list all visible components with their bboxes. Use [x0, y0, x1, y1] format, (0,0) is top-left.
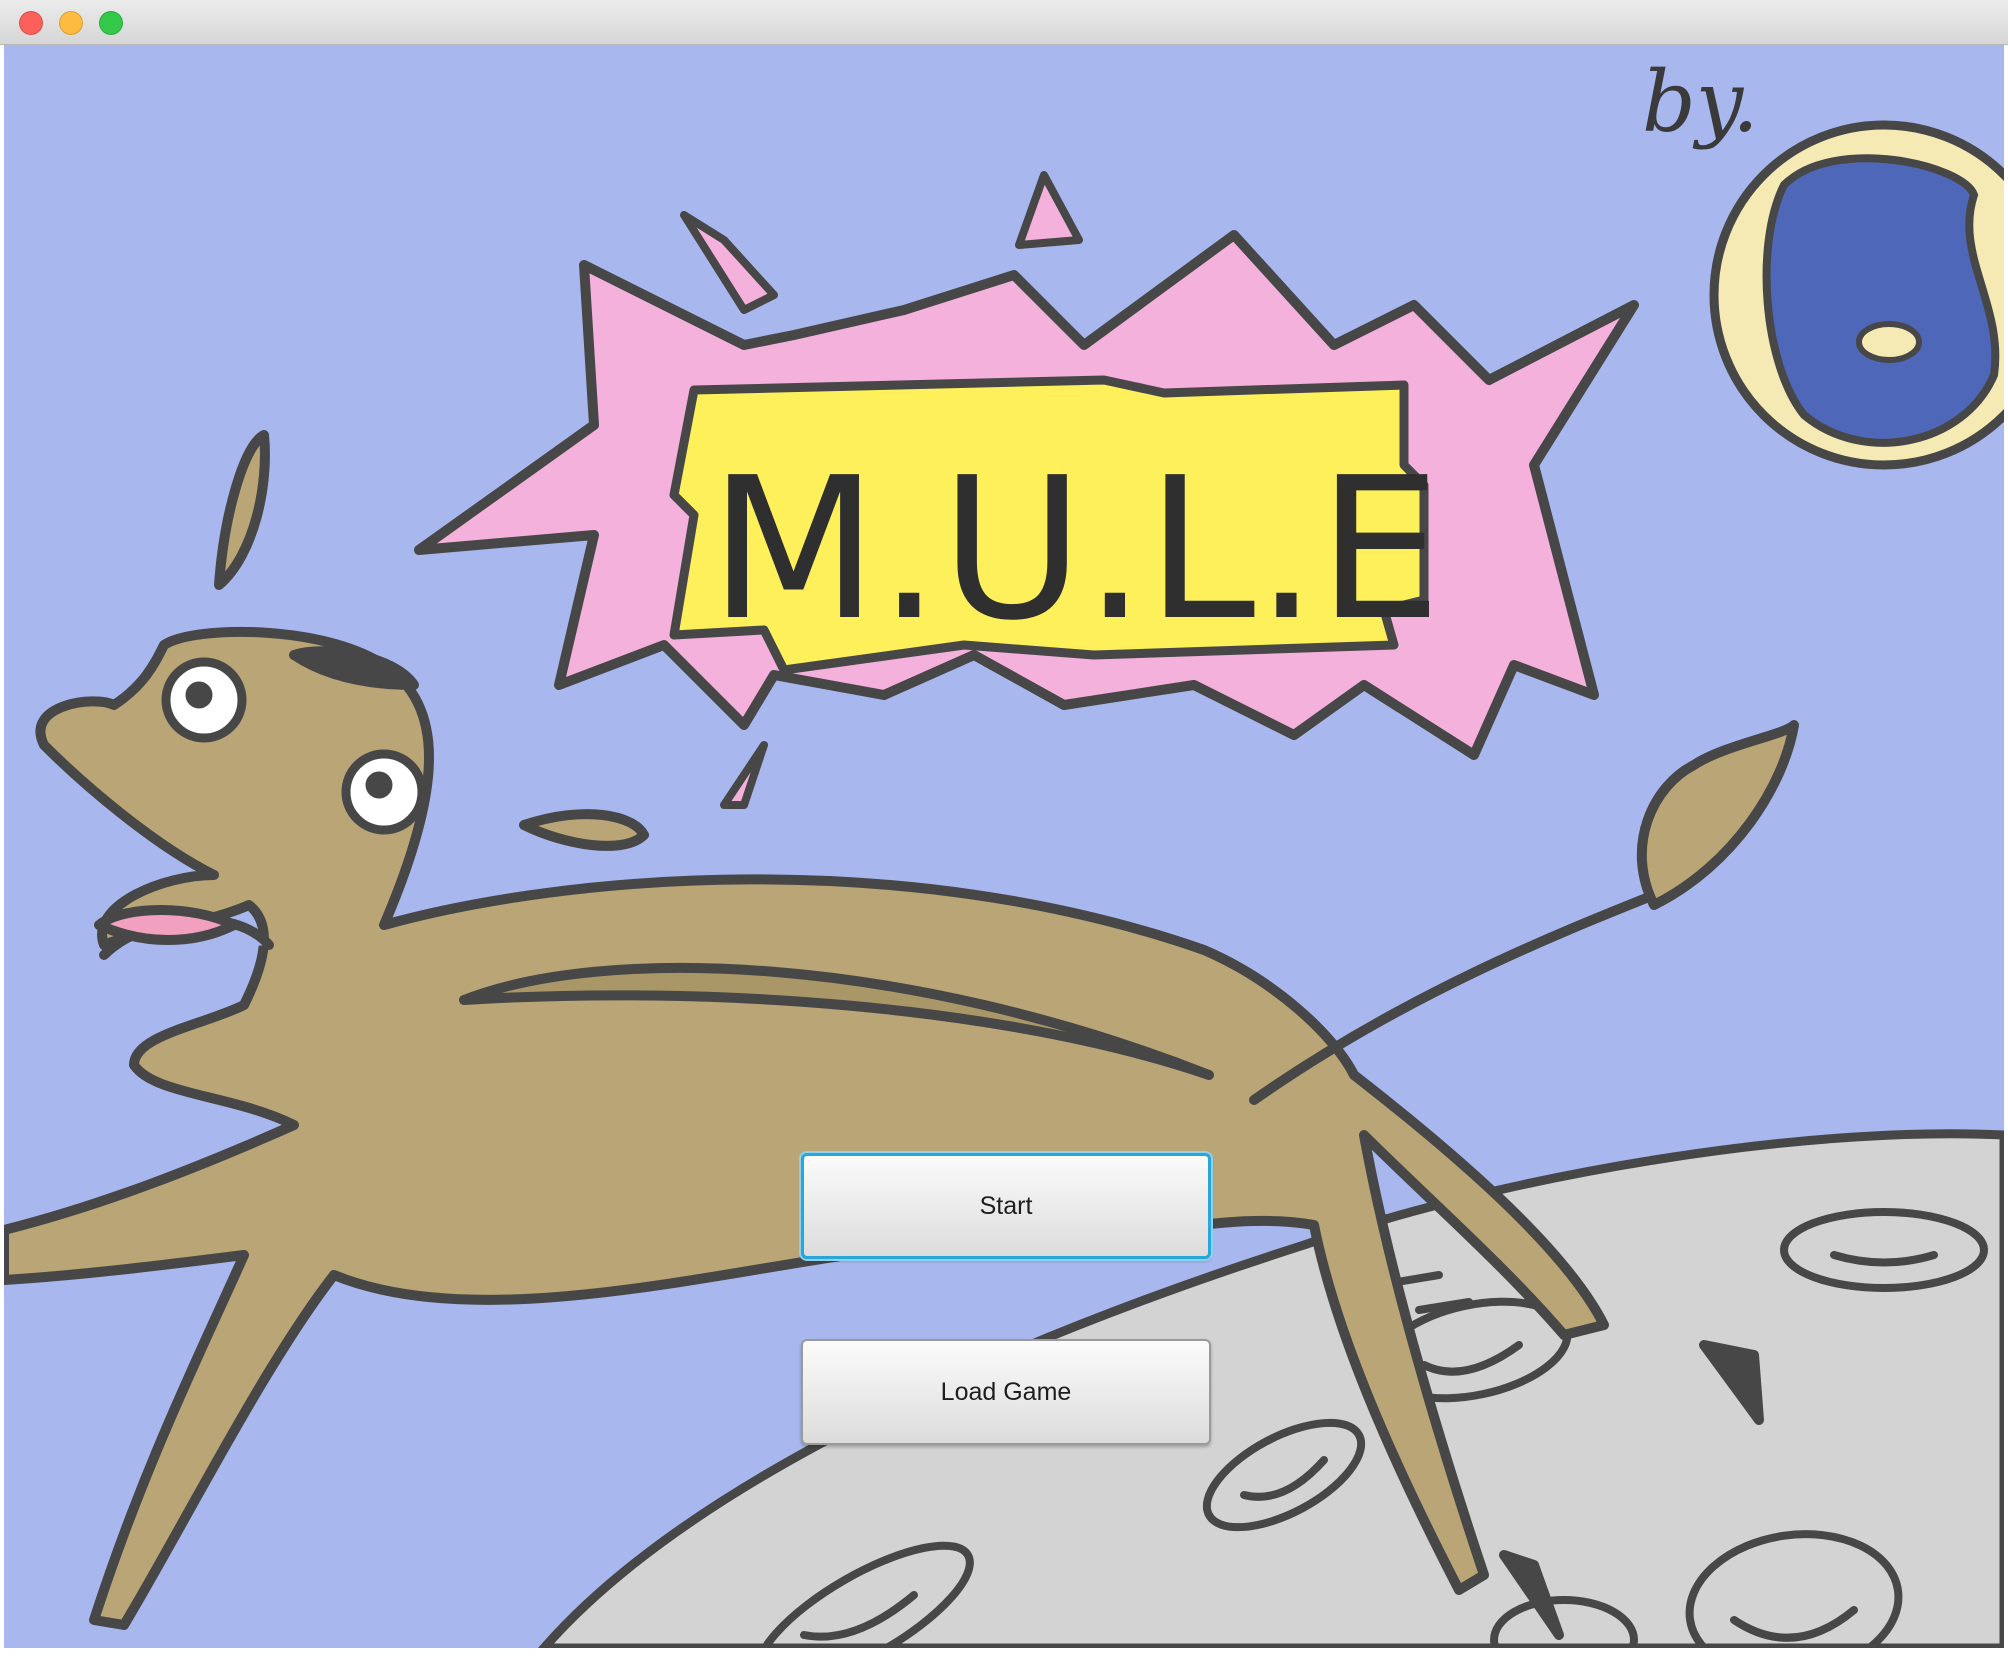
maximize-window-icon[interactable]: [99, 11, 123, 35]
artist-signature: by.: [1642, 53, 1759, 151]
title-screen: M.U.L.E by. Start Load Game: [4, 45, 2004, 1648]
game-title: M.U.L.E: [709, 436, 1442, 664]
load-game-button[interactable]: Load Game: [801, 1339, 1211, 1445]
close-window-icon[interactable]: [19, 11, 43, 35]
game-window: M.U.L.E by. Start Load Game: [0, 0, 2008, 1656]
minimize-window-icon[interactable]: [59, 11, 83, 35]
planet-illustration: [1709, 120, 2004, 470]
start-button[interactable]: Start: [801, 1153, 1211, 1259]
title-bar: [0, 0, 2008, 45]
